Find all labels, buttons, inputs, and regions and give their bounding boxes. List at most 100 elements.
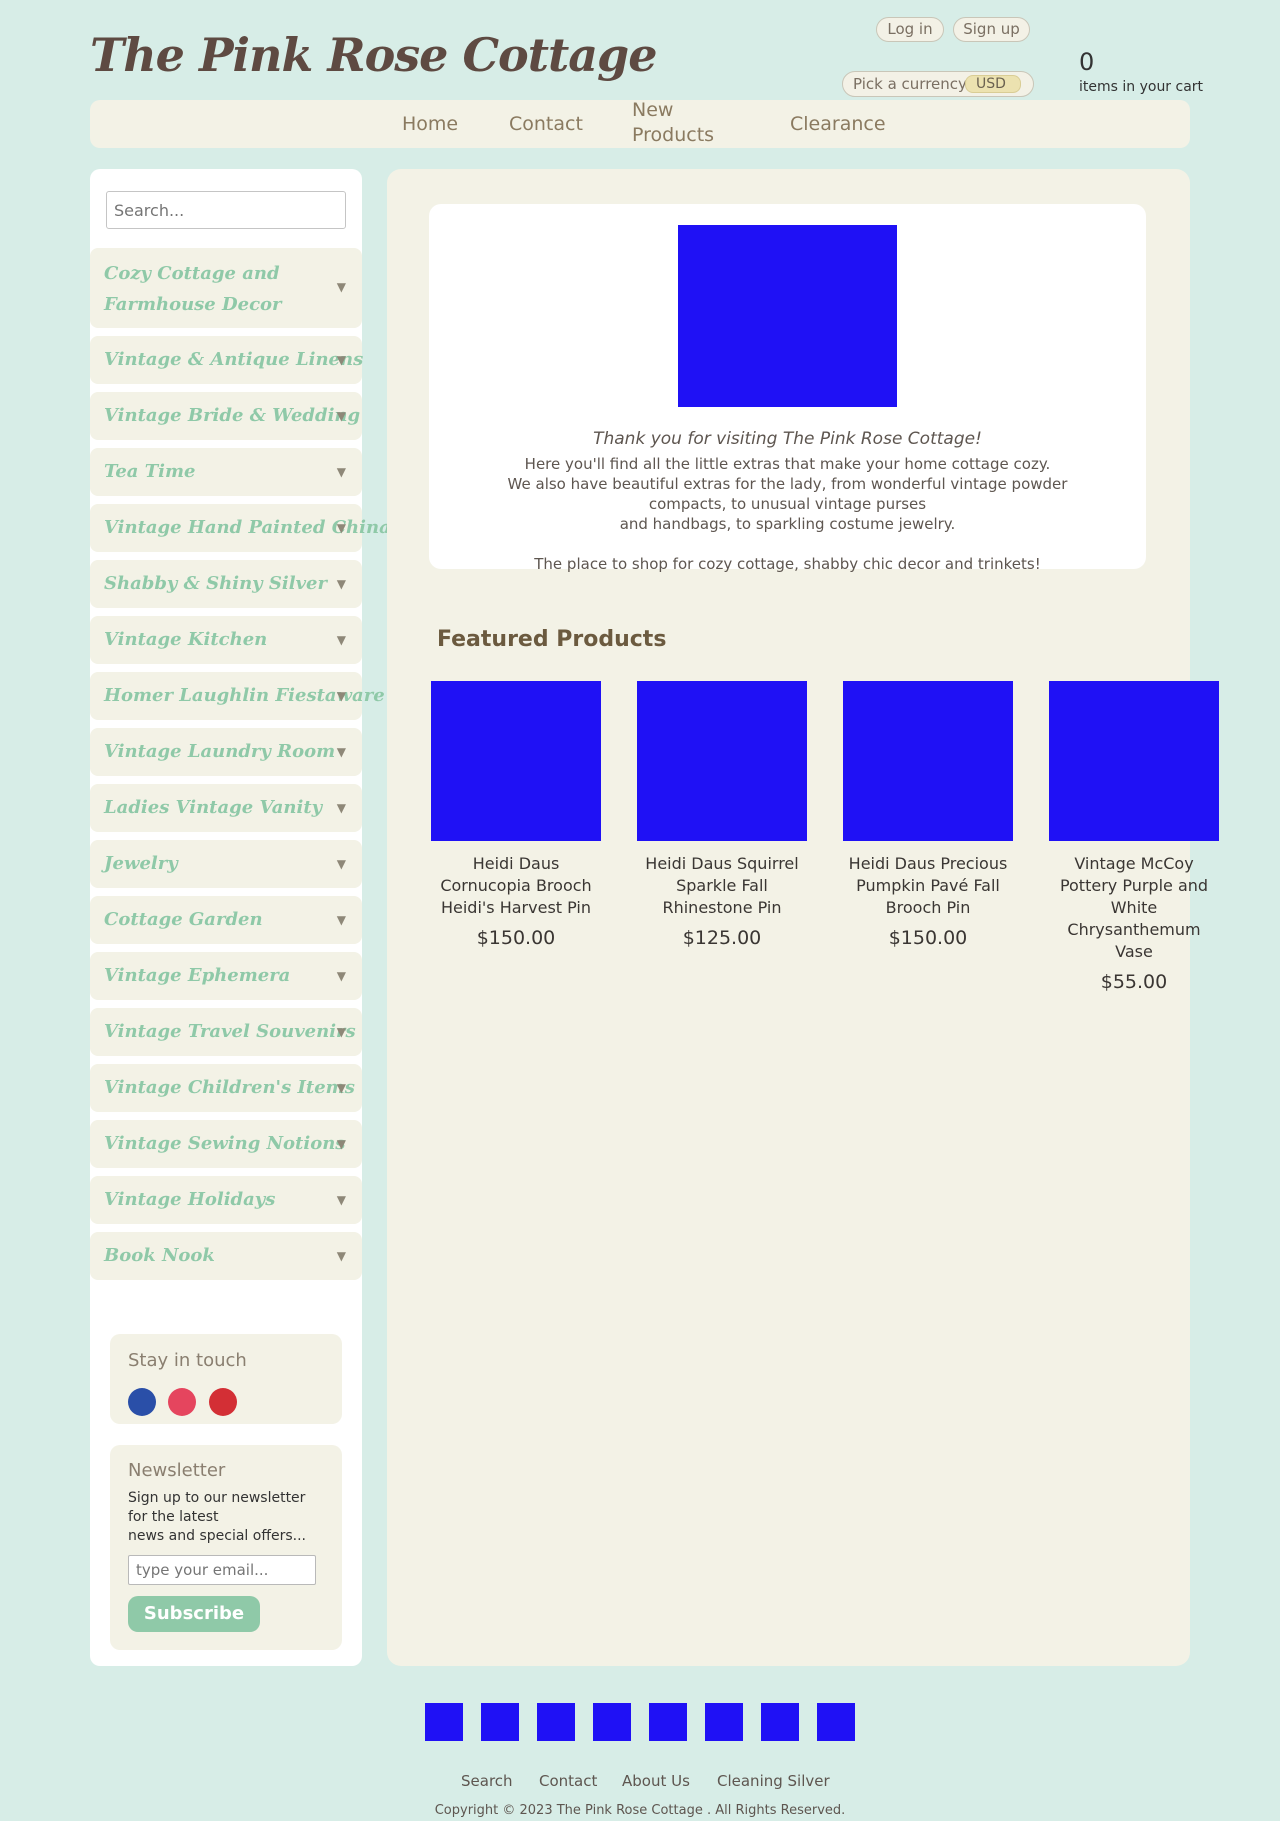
product-price: $150.00 (476, 927, 556, 949)
category-fiestaware[interactable]: Homer Laughlin Fiestaware ▼ (90, 672, 385, 720)
login-button[interactable]: Log in (876, 17, 944, 42)
product-image[interactable] (843, 681, 1013, 841)
welcome-panel: Thank you for visiting The Pink Rose Cot… (429, 204, 1146, 573)
category-label: Vintage Hand Painted China (104, 517, 391, 538)
newsletter-email-input[interactable] (128, 1555, 316, 1585)
stay-in-touch-title: Stay in touch (128, 1350, 247, 1371)
category-label: Cottage Garden (104, 909, 263, 930)
category-jewelry[interactable]: Jewelry ▼ (90, 840, 362, 888)
product-name[interactable]: Heidi Daus Squirrel Sparkle Fall Rhinest… (637, 853, 807, 919)
category-bride-wedding[interactable]: Vintage Bride & Wedding ▼ (90, 392, 362, 440)
signup-button[interactable]: Sign up (953, 17, 1030, 42)
payment-icon (425, 1703, 463, 1741)
category-laundry-room[interactable]: Vintage Laundry Room ▼ (90, 728, 362, 776)
category-label: Vintage & Antique Linens (104, 349, 364, 370)
welcome-tagline: The place to shop for cozy cottage, shab… (534, 555, 1041, 573)
chevron-down-icon: ▼ (336, 745, 346, 759)
chevron-down-icon: ▼ (336, 465, 346, 479)
chevron-down-icon: ▼ (336, 689, 346, 703)
payment-icon (705, 1703, 743, 1741)
product-image[interactable] (637, 681, 807, 841)
newsletter-text-line: news and special offers... (128, 1528, 306, 1544)
facebook-icon[interactable] (128, 1388, 156, 1416)
category-label: Jewelry (104, 853, 178, 874)
sidebar: Cozy Cottage and Farmhouse Decor ▼ Vinta… (90, 169, 391, 1666)
product-card[interactable]: Vintage McCoy Pottery Purple and White C… (1049, 681, 1219, 993)
category-label: Book Nook (104, 1245, 215, 1266)
footer-link-about-us[interactable]: About Us (622, 1772, 690, 1790)
category-tea-time[interactable]: Tea Time ▼ (90, 448, 362, 496)
pinterest-icon[interactable] (209, 1388, 237, 1416)
site-title[interactable]: The Pink Rose Cottage (90, 28, 657, 82)
chevron-down-icon: ▼ (336, 1249, 346, 1263)
category-label: Vintage Ephemera (104, 965, 291, 986)
chevron-down-icon: ▼ (336, 801, 346, 815)
nav-home[interactable]: Home (402, 112, 458, 137)
category-label: Shabby & Shiny Silver (104, 573, 327, 594)
nav-clearance[interactable]: Clearance (790, 112, 886, 137)
welcome-text: and handbags, to sparkling costume jewel… (619, 515, 956, 533)
chevron-down-icon: ▼ (336, 857, 346, 871)
category-holidays[interactable]: Vintage Holidays ▼ (90, 1176, 362, 1224)
category-cozy-cottage[interactable]: Cozy Cottage and Farmhouse Decor ▼ (90, 248, 362, 328)
featured-products-title: Featured Products (437, 627, 667, 652)
product-card[interactable]: Heidi Daus Cornucopia Brooch Heidi's Har… (431, 681, 601, 949)
product-card[interactable]: Heidi Daus Squirrel Sparkle Fall Rhinest… (637, 681, 807, 949)
category-label: Cozy Cottage and Farmhouse Decor (104, 263, 282, 315)
welcome-text: We also have beautiful extras for the la… (507, 475, 1068, 513)
nav-contact[interactable]: Contact (509, 112, 583, 137)
category-linens[interactable]: Vintage & Antique Linens ▼ (90, 336, 364, 384)
payment-icon (537, 1703, 575, 1741)
currency-picker[interactable]: Pick a currency USD (842, 71, 1034, 97)
product-price: $150.00 (888, 927, 968, 949)
chevron-down-icon: ▼ (336, 969, 346, 983)
category-label: Ladies Vintage Vanity (104, 797, 323, 818)
payment-icon (817, 1703, 855, 1741)
category-label: Vintage Sewing Notions (104, 1133, 346, 1154)
payment-icon (481, 1703, 519, 1741)
category-travel-souvenirs[interactable]: Vintage Travel Souvenirs ▼ (90, 1008, 362, 1056)
welcome-text: Here you'll find all the little extras t… (524, 455, 1051, 473)
category-cottage-garden[interactable]: Cottage Garden ▼ (90, 896, 362, 944)
category-label: Vintage Holidays (104, 1189, 276, 1210)
footer-link-search[interactable]: Search (461, 1772, 513, 1790)
chevron-down-icon: ▼ (336, 1137, 346, 1151)
welcome-heading: Thank you for visiting The Pink Rose Cot… (593, 429, 982, 449)
product-price: $125.00 (682, 927, 762, 949)
search-input[interactable] (106, 191, 346, 229)
category-book-nook[interactable]: Book Nook ▼ (90, 1232, 362, 1280)
newsletter-text-line: Sign up to our newsletter for the latest (128, 1490, 306, 1525)
category-vanity[interactable]: Ladies Vintage Vanity ▼ (90, 784, 362, 832)
category-silver[interactable]: Shabby & Shiny Silver ▼ (90, 560, 362, 608)
chevron-down-icon: ▼ (336, 409, 346, 423)
cart-label[interactable]: items in your cart (1079, 79, 1203, 95)
category-label: Vintage Kitchen (104, 629, 268, 650)
category-kitchen[interactable]: Vintage Kitchen ▼ (90, 616, 362, 664)
product-card[interactable]: Heidi Daus Precious Pumpkin Pavé Fall Br… (843, 681, 1013, 949)
chevron-down-icon: ▼ (336, 1081, 346, 1095)
welcome-image (678, 225, 897, 407)
product-image[interactable] (1049, 681, 1219, 841)
category-label: Vintage Children's Items (104, 1077, 355, 1098)
chevron-down-icon: ▼ (336, 353, 346, 367)
footer-link-contact[interactable]: Contact (539, 1772, 597, 1790)
category-hand-painted-china[interactable]: Vintage Hand Painted China ▼ (90, 504, 391, 552)
instagram-icon[interactable] (168, 1388, 196, 1416)
cart-count[interactable]: 0 (1079, 48, 1094, 76)
currency-select[interactable]: USD (965, 75, 1021, 93)
category-label: Vintage Laundry Room (104, 741, 336, 762)
footer-link-cleaning-silver[interactable]: Cleaning Silver (717, 1772, 830, 1790)
chevron-down-icon: ▼ (336, 521, 346, 535)
category-label: Tea Time (104, 461, 196, 482)
category-ephemera[interactable]: Vintage Ephemera ▼ (90, 952, 362, 1000)
category-sewing-notions[interactable]: Vintage Sewing Notions ▼ (90, 1120, 362, 1168)
product-name[interactable]: Vintage McCoy Pottery Purple and White C… (1049, 853, 1219, 963)
product-name[interactable]: Heidi Daus Precious Pumpkin Pavé Fall Br… (843, 853, 1013, 919)
product-image[interactable] (431, 681, 601, 841)
category-label: Vintage Travel Souvenirs (104, 1021, 356, 1042)
nav-new-products[interactable]: New Products (632, 98, 722, 148)
product-name[interactable]: Heidi Daus Cornucopia Brooch Heidi's Har… (431, 853, 601, 919)
subscribe-button[interactable]: Subscribe (128, 1596, 260, 1632)
chevron-down-icon: ▼ (336, 1025, 346, 1039)
category-childrens-items[interactable]: Vintage Children's Items ▼ (90, 1064, 362, 1112)
